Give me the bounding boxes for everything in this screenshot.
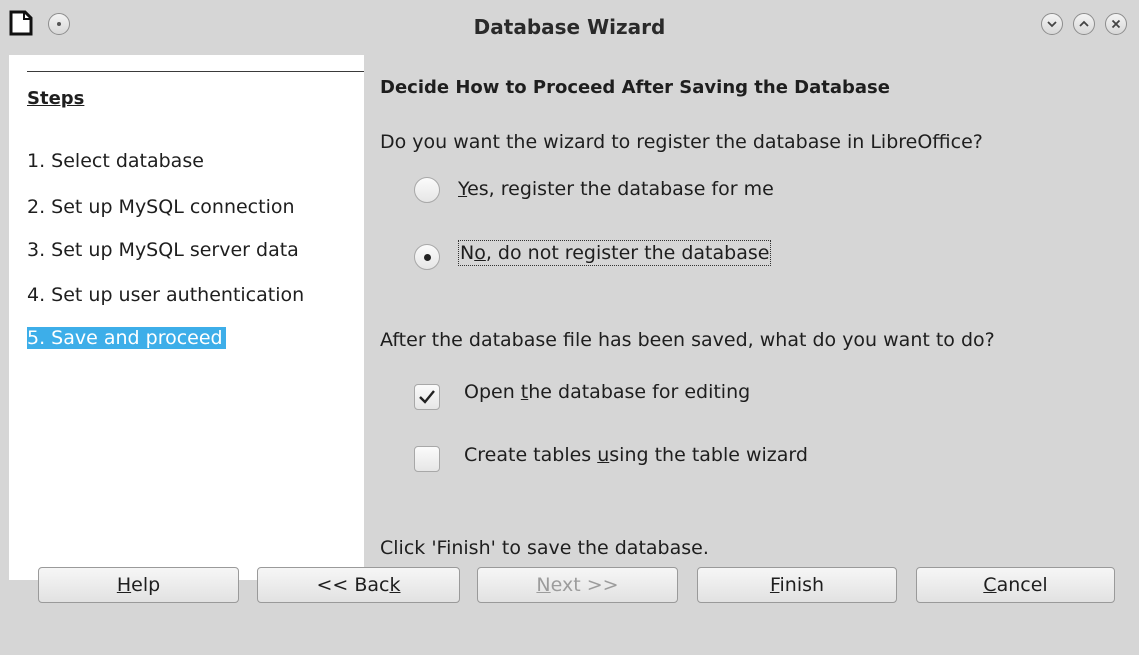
open-for-editing-checkbox[interactable] bbox=[414, 384, 440, 410]
finish-button[interactable]: Finish bbox=[697, 567, 897, 603]
register-yes-radio[interactable] bbox=[414, 177, 440, 203]
maximize-button[interactable] bbox=[1073, 13, 1095, 35]
step-select-database[interactable]: 1. Select database bbox=[27, 150, 204, 172]
finish-note: Click 'Finish' to save the database. bbox=[380, 537, 709, 559]
step-mysql-connection[interactable]: 2. Set up MySQL connection bbox=[27, 196, 295, 218]
next-button[interactable]: Next >> bbox=[477, 567, 678, 603]
database-wizard-window: Database Wizard Steps 1. Select database… bbox=[0, 0, 1139, 655]
chevron-up-icon bbox=[1079, 20, 1089, 27]
checkmark-icon bbox=[419, 390, 435, 404]
step-user-authentication[interactable]: 4. Set up user authentication bbox=[27, 284, 304, 306]
title-bar: Database Wizard bbox=[0, 0, 1139, 55]
window-title: Database Wizard bbox=[473, 15, 666, 39]
page-heading: Decide How to Proceed After Saving the D… bbox=[380, 77, 890, 98]
step-save-and-proceed[interactable]: 5. Save and proceed bbox=[27, 327, 226, 349]
steps-divider bbox=[27, 71, 364, 72]
register-no-radio[interactable] bbox=[414, 244, 440, 270]
open-for-editing-label[interactable]: Open the database for editing bbox=[464, 381, 750, 403]
minimize-button[interactable] bbox=[1041, 13, 1063, 35]
step-mysql-server-data[interactable]: 3. Set up MySQL server data bbox=[27, 239, 299, 261]
create-tables-checkbox[interactable] bbox=[414, 446, 440, 472]
create-tables-label[interactable]: Create tables using the table wizard bbox=[464, 444, 808, 466]
back-button[interactable]: << Back bbox=[257, 567, 460, 603]
close-icon bbox=[1111, 19, 1121, 29]
main-content: Decide How to Proceed After Saving the D… bbox=[380, 55, 1130, 580]
close-button[interactable] bbox=[1105, 13, 1127, 35]
register-no-label[interactable]: No, do not register the database bbox=[457, 240, 772, 266]
chevron-down-icon bbox=[1047, 21, 1057, 28]
after-save-question: After the database file has been saved, … bbox=[380, 329, 995, 351]
steps-title: Steps bbox=[27, 88, 85, 109]
steps-sidebar: Steps 1. Select database 2. Set up MySQL… bbox=[9, 55, 364, 580]
help-button[interactable]: Help bbox=[38, 567, 239, 603]
register-question: Do you want the wizard to register the d… bbox=[380, 131, 983, 153]
register-yes-label[interactable]: Yes, register the database for me bbox=[458, 178, 774, 200]
cancel-button[interactable]: Cancel bbox=[916, 567, 1115, 603]
